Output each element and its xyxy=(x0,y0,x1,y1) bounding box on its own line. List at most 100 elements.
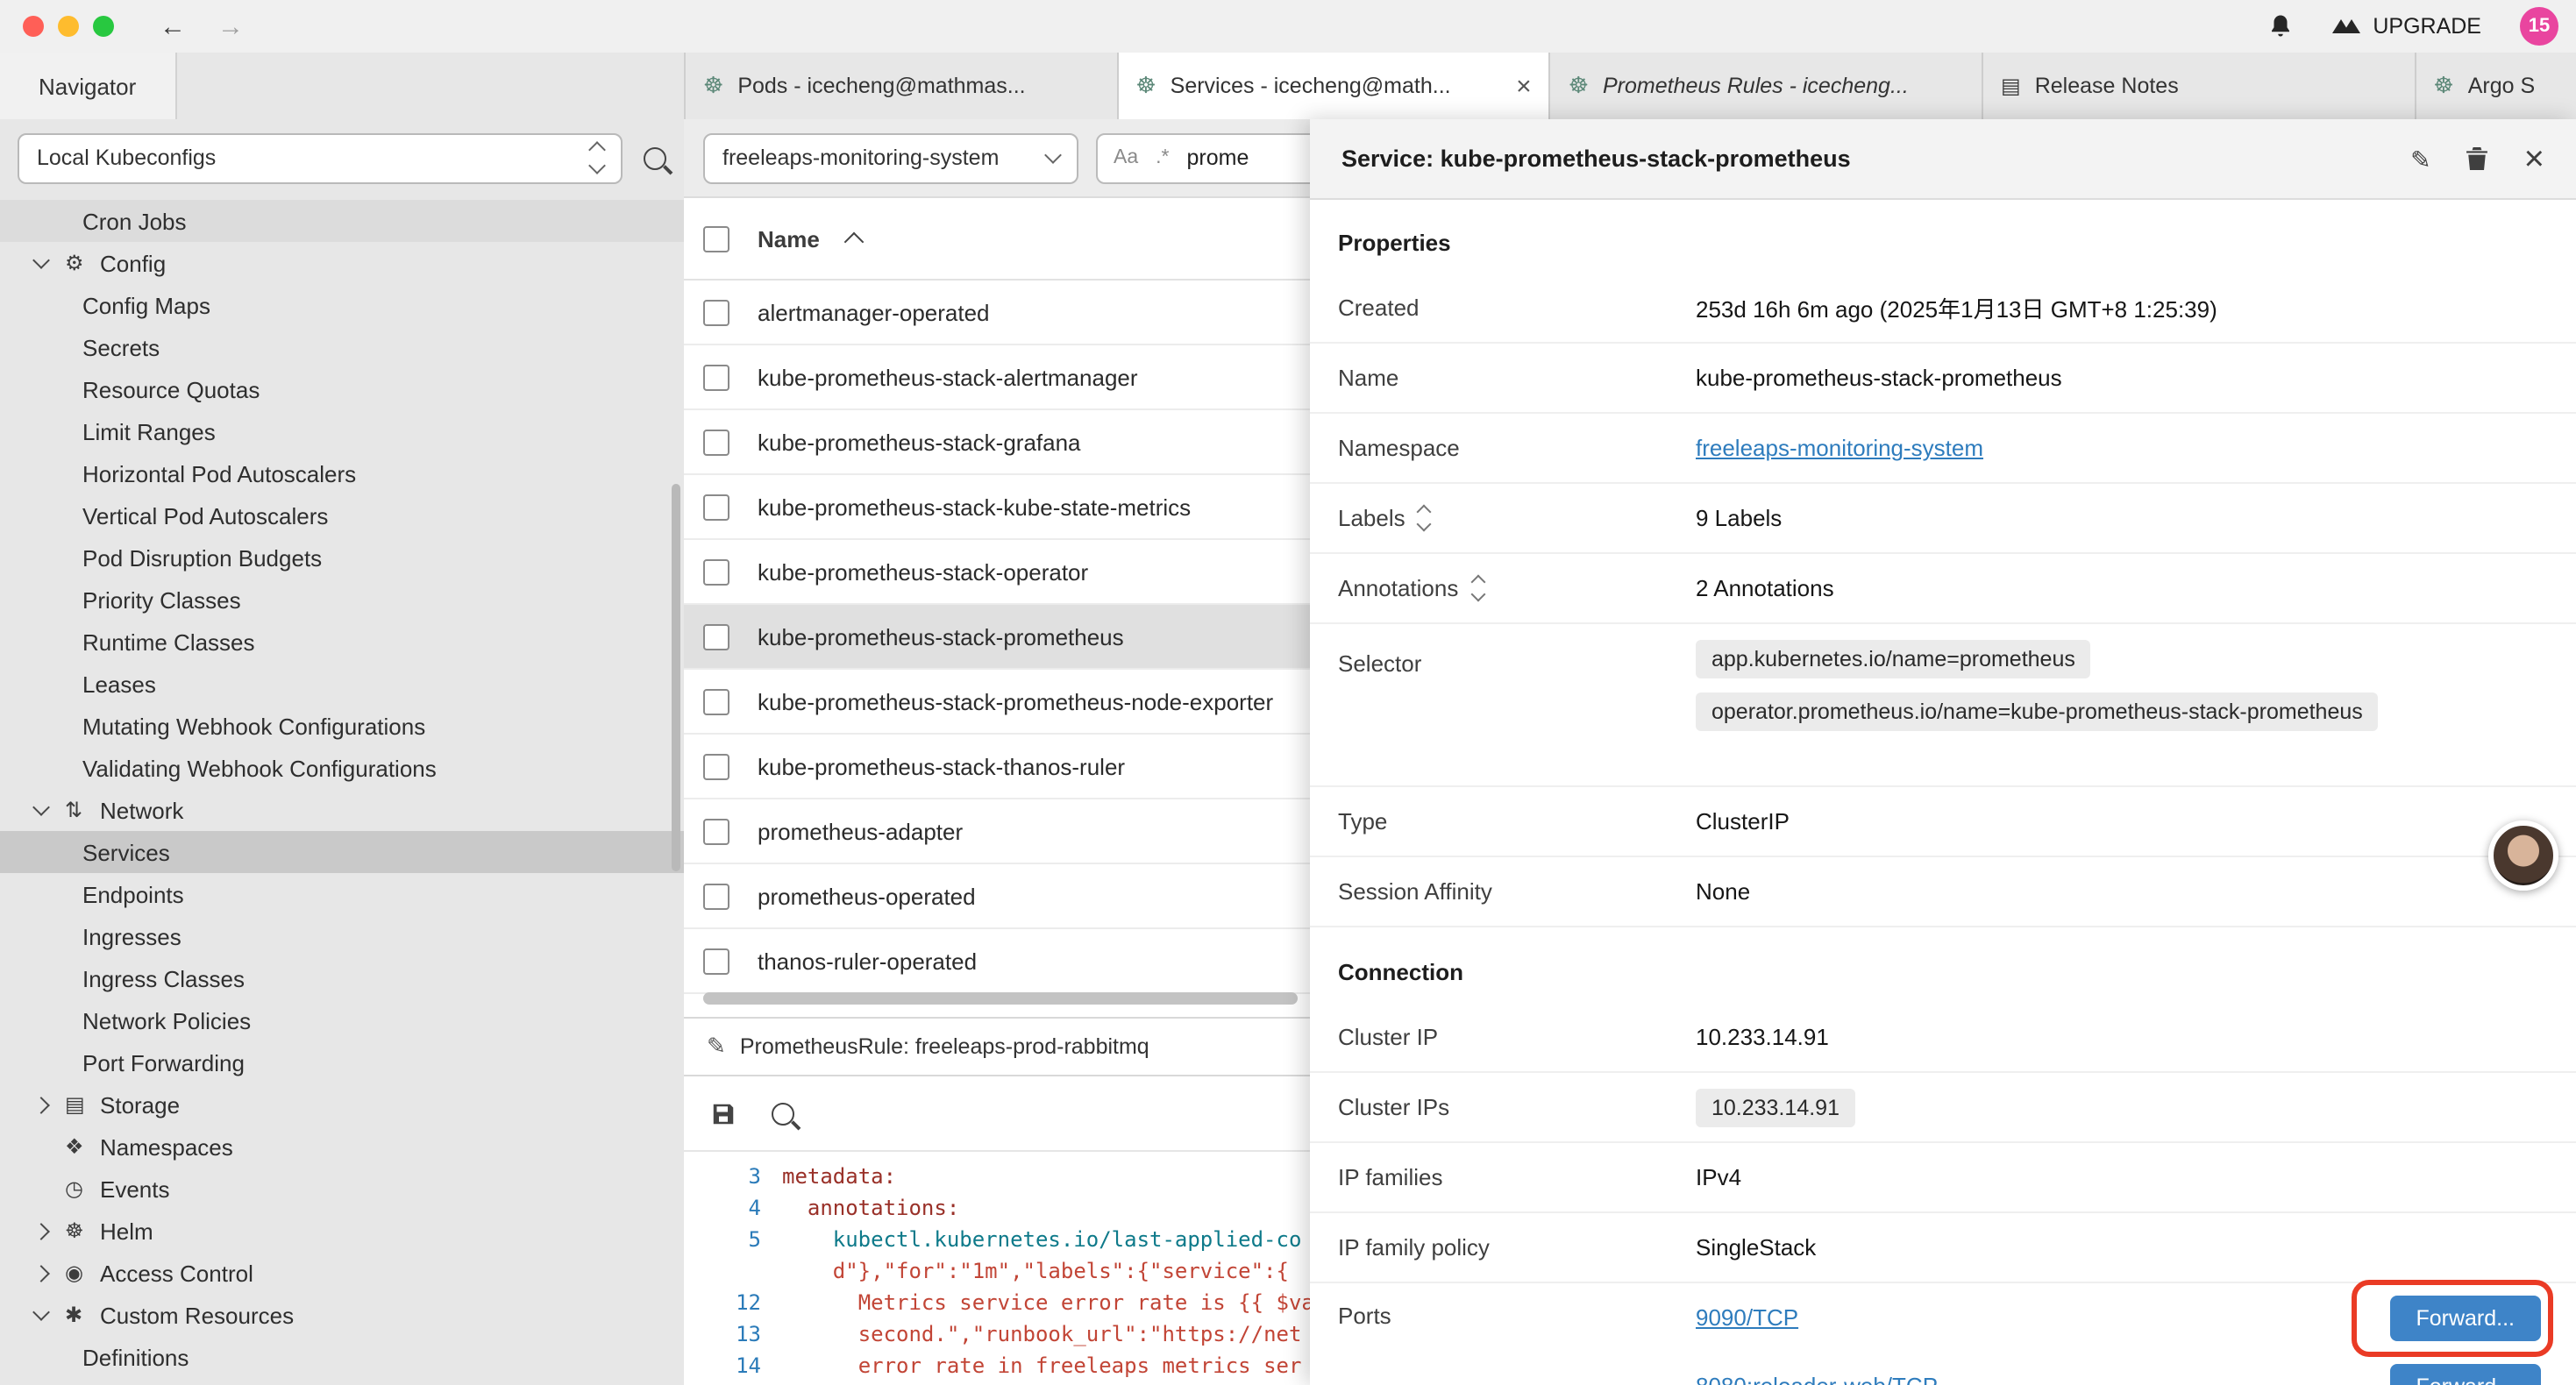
tab-argo[interactable]: ☸ Argo S xyxy=(2416,53,2576,119)
notification-count-badge[interactable]: 15 xyxy=(2520,7,2558,46)
dock-tab-prometheusrule[interactable]: ✎ PrometheusRule: freeleaps-prod-rabbitm… xyxy=(684,1019,1320,1075)
search-icon[interactable] xyxy=(644,146,666,169)
code-text: d"},"for":"1m","labels":{"service":{ xyxy=(782,1255,1289,1287)
tab-release-notes[interactable]: ▤ Release Notes xyxy=(1983,53,2416,119)
service-details-drawer: Service: kube-prometheus-stack-prometheu… xyxy=(1310,119,2576,1385)
sidebar-tree: Cron Jobs ⚙ConfigConfig Maps Secrets Resour… xyxy=(0,200,684,1385)
service-name: alertmanager-operated xyxy=(758,299,990,325)
chevron-down-icon[interactable] xyxy=(32,799,50,816)
close-drawer-icon[interactable]: × xyxy=(2524,141,2544,176)
sidebar-item-namespaces[interactable]: ❖Namespaces xyxy=(0,1126,684,1168)
property-value: IPv4 xyxy=(1696,1164,2548,1190)
sidebar-item-network[interactable]: ⇅Network xyxy=(0,789,684,831)
sidebar-item-resource-quotas[interactable]: Resource Quotas xyxy=(0,368,684,410)
chevron-down-icon xyxy=(1044,146,1062,164)
row-checkbox[interactable] xyxy=(703,948,729,974)
expand-labels-icon[interactable] xyxy=(1420,507,1430,529)
sidebar-item-custom-resources[interactable]: ✱Custom Resources xyxy=(0,1294,684,1336)
minimize-window-button[interactable] xyxy=(58,16,79,37)
port-link[interactable]: 9090/TCP xyxy=(1696,1304,1798,1331)
upgrade-button[interactable]: UPGRADE xyxy=(2332,14,2481,39)
row-checkbox[interactable] xyxy=(703,818,729,844)
sidebar-item-ingresses[interactable]: Ingresses xyxy=(0,915,684,957)
row-checkbox[interactable] xyxy=(703,299,729,325)
sidebar-item-secrets[interactable]: Secrets xyxy=(0,326,684,368)
port-entry-8080: 8080:reloader-web/TCP Forward... xyxy=(1696,1352,2548,1385)
sidebar-item-label: Cron Jobs xyxy=(82,208,187,234)
property-label: Created xyxy=(1338,295,1696,321)
tab-label: Prometheus Rules - icecheng... xyxy=(1603,74,1909,98)
chevron-down-icon[interactable] xyxy=(32,1303,50,1321)
sidebar-item-validating-webhook-configurations[interactable]: Validating Webhook Configurations xyxy=(0,747,684,789)
notifications-bell-icon[interactable] xyxy=(2267,12,2294,40)
sidebar-item-access-control[interactable]: ◉Access Control xyxy=(0,1252,684,1294)
user-avatar[interactable] xyxy=(2488,820,2558,891)
sidebar-item-helm[interactable]: ☸Helm xyxy=(0,1210,684,1252)
code-text: metadata: xyxy=(782,1161,896,1192)
tab-services[interactable]: ☸ Services - icecheng@math... × xyxy=(1118,53,1550,119)
row-checkbox[interactable] xyxy=(703,558,729,585)
sidebar-item-port-forwarding[interactable]: Port Forwarding xyxy=(0,1041,684,1083)
sidebar-item-definitions[interactable]: Definitions xyxy=(0,1336,684,1378)
port-link[interactable]: 8080:reloader-web/TCP xyxy=(1696,1373,1938,1385)
edit-resource-icon[interactable]: ✎ xyxy=(2410,146,2430,171)
row-checkbox[interactable] xyxy=(703,494,729,520)
chevron-right-icon[interactable] xyxy=(32,1096,50,1113)
expand-annotations-icon[interactable] xyxy=(1472,577,1483,600)
sidebar-item-ingress-classes[interactable]: Ingress Classes xyxy=(0,957,684,999)
namespace-link[interactable]: freeleaps-monitoring-system xyxy=(1696,435,1983,461)
sidebar-item-leases[interactable]: Leases xyxy=(0,663,684,705)
search-icon[interactable] xyxy=(772,1102,794,1125)
regex-toggle[interactable]: .* xyxy=(1156,147,1169,168)
chevron-right-icon[interactable] xyxy=(32,1222,50,1239)
close-tab-icon[interactable]: × xyxy=(1516,73,1532,99)
property-row-annotations: Annotations 2 Annotations xyxy=(1310,554,2576,624)
namespace-dropdown[interactable]: freeleaps-monitoring-system xyxy=(703,132,1078,183)
close-window-button[interactable] xyxy=(23,16,44,37)
sidebar-item-config[interactable]: ⚙Config xyxy=(0,242,684,284)
save-icon[interactable] xyxy=(710,1100,737,1126)
sidebar-item-runtime-classes[interactable]: Runtime Classes xyxy=(0,621,684,663)
chevron-right-icon[interactable] xyxy=(32,1264,50,1282)
sidebar-item-network-policies[interactable]: Network Policies xyxy=(0,999,684,1041)
match-case-toggle[interactable]: Aa xyxy=(1114,147,1138,168)
tab-prometheus-rules[interactable]: ☸ Prometheus Rules - icecheng... xyxy=(1551,53,1983,119)
sidebar-item-services[interactable]: Services xyxy=(0,831,684,873)
sidebar-item-priority-classes[interactable]: Priority Classes xyxy=(0,579,684,621)
sidebar-item-cron-jobs[interactable]: Cron Jobs xyxy=(0,200,684,242)
name-column-header[interactable]: Name xyxy=(758,225,820,252)
sidebar-item-limit-ranges[interactable]: Limit Ranges xyxy=(0,410,684,452)
sidebar-item-events[interactable]: ◷Events xyxy=(0,1168,684,1210)
chevron-down-icon[interactable] xyxy=(32,252,50,269)
row-checkbox[interactable] xyxy=(703,883,729,909)
row-checkbox[interactable] xyxy=(703,753,729,779)
row-checkbox[interactable] xyxy=(703,623,729,650)
window-controls xyxy=(0,16,114,37)
forward-button[interactable]: → xyxy=(217,11,244,41)
sidebar-item-vertical-pod-autoscalers[interactable]: Vertical Pod Autoscalers xyxy=(0,494,684,536)
sidebar-item-pod-disruption-budgets[interactable]: Pod Disruption Budgets xyxy=(0,536,684,579)
forward-button[interactable]: Forward... xyxy=(2389,1363,2541,1385)
sidebar-item-config-maps[interactable]: Config Maps xyxy=(0,284,684,326)
sidebar-item-storage[interactable]: ▤Storage xyxy=(0,1083,684,1126)
delete-resource-icon[interactable] xyxy=(2466,146,2489,172)
row-checkbox[interactable] xyxy=(703,429,729,455)
row-checkbox[interactable] xyxy=(703,688,729,714)
zoom-window-button[interactable] xyxy=(93,16,114,37)
row-checkbox[interactable] xyxy=(703,364,729,390)
sidebar-item-label: Secrets xyxy=(82,334,160,360)
sidebar-item-label: Limit Ranges xyxy=(82,418,216,444)
forward-button[interactable]: Forward... xyxy=(2389,1295,2541,1340)
sidebar-item-label: Mutating Webhook Configurations xyxy=(82,713,425,739)
horizontal-scrollbar[interactable] xyxy=(703,992,1298,1005)
property-label: Session Affinity xyxy=(1338,878,1696,905)
sidebar-item-horizontal-pod-autoscalers[interactable]: Horizontal Pod Autoscalers xyxy=(0,452,684,494)
sidebar-scrollbar[interactable] xyxy=(672,484,680,871)
tab-pods[interactable]: ☸ Pods - icecheng@mathmas... xyxy=(686,53,1118,119)
back-button[interactable]: ← xyxy=(160,11,186,41)
kubeconfig-dropdown[interactable]: Local Kubeconfigs xyxy=(18,132,623,183)
select-all-checkbox[interactable] xyxy=(703,225,729,252)
sidebar-item-mutating-webhook-configurations[interactable]: Mutating Webhook Configurations xyxy=(0,705,684,747)
sidebar-item-endpoints[interactable]: Endpoints xyxy=(0,873,684,915)
edit-icon: ✎ xyxy=(707,1033,726,1061)
